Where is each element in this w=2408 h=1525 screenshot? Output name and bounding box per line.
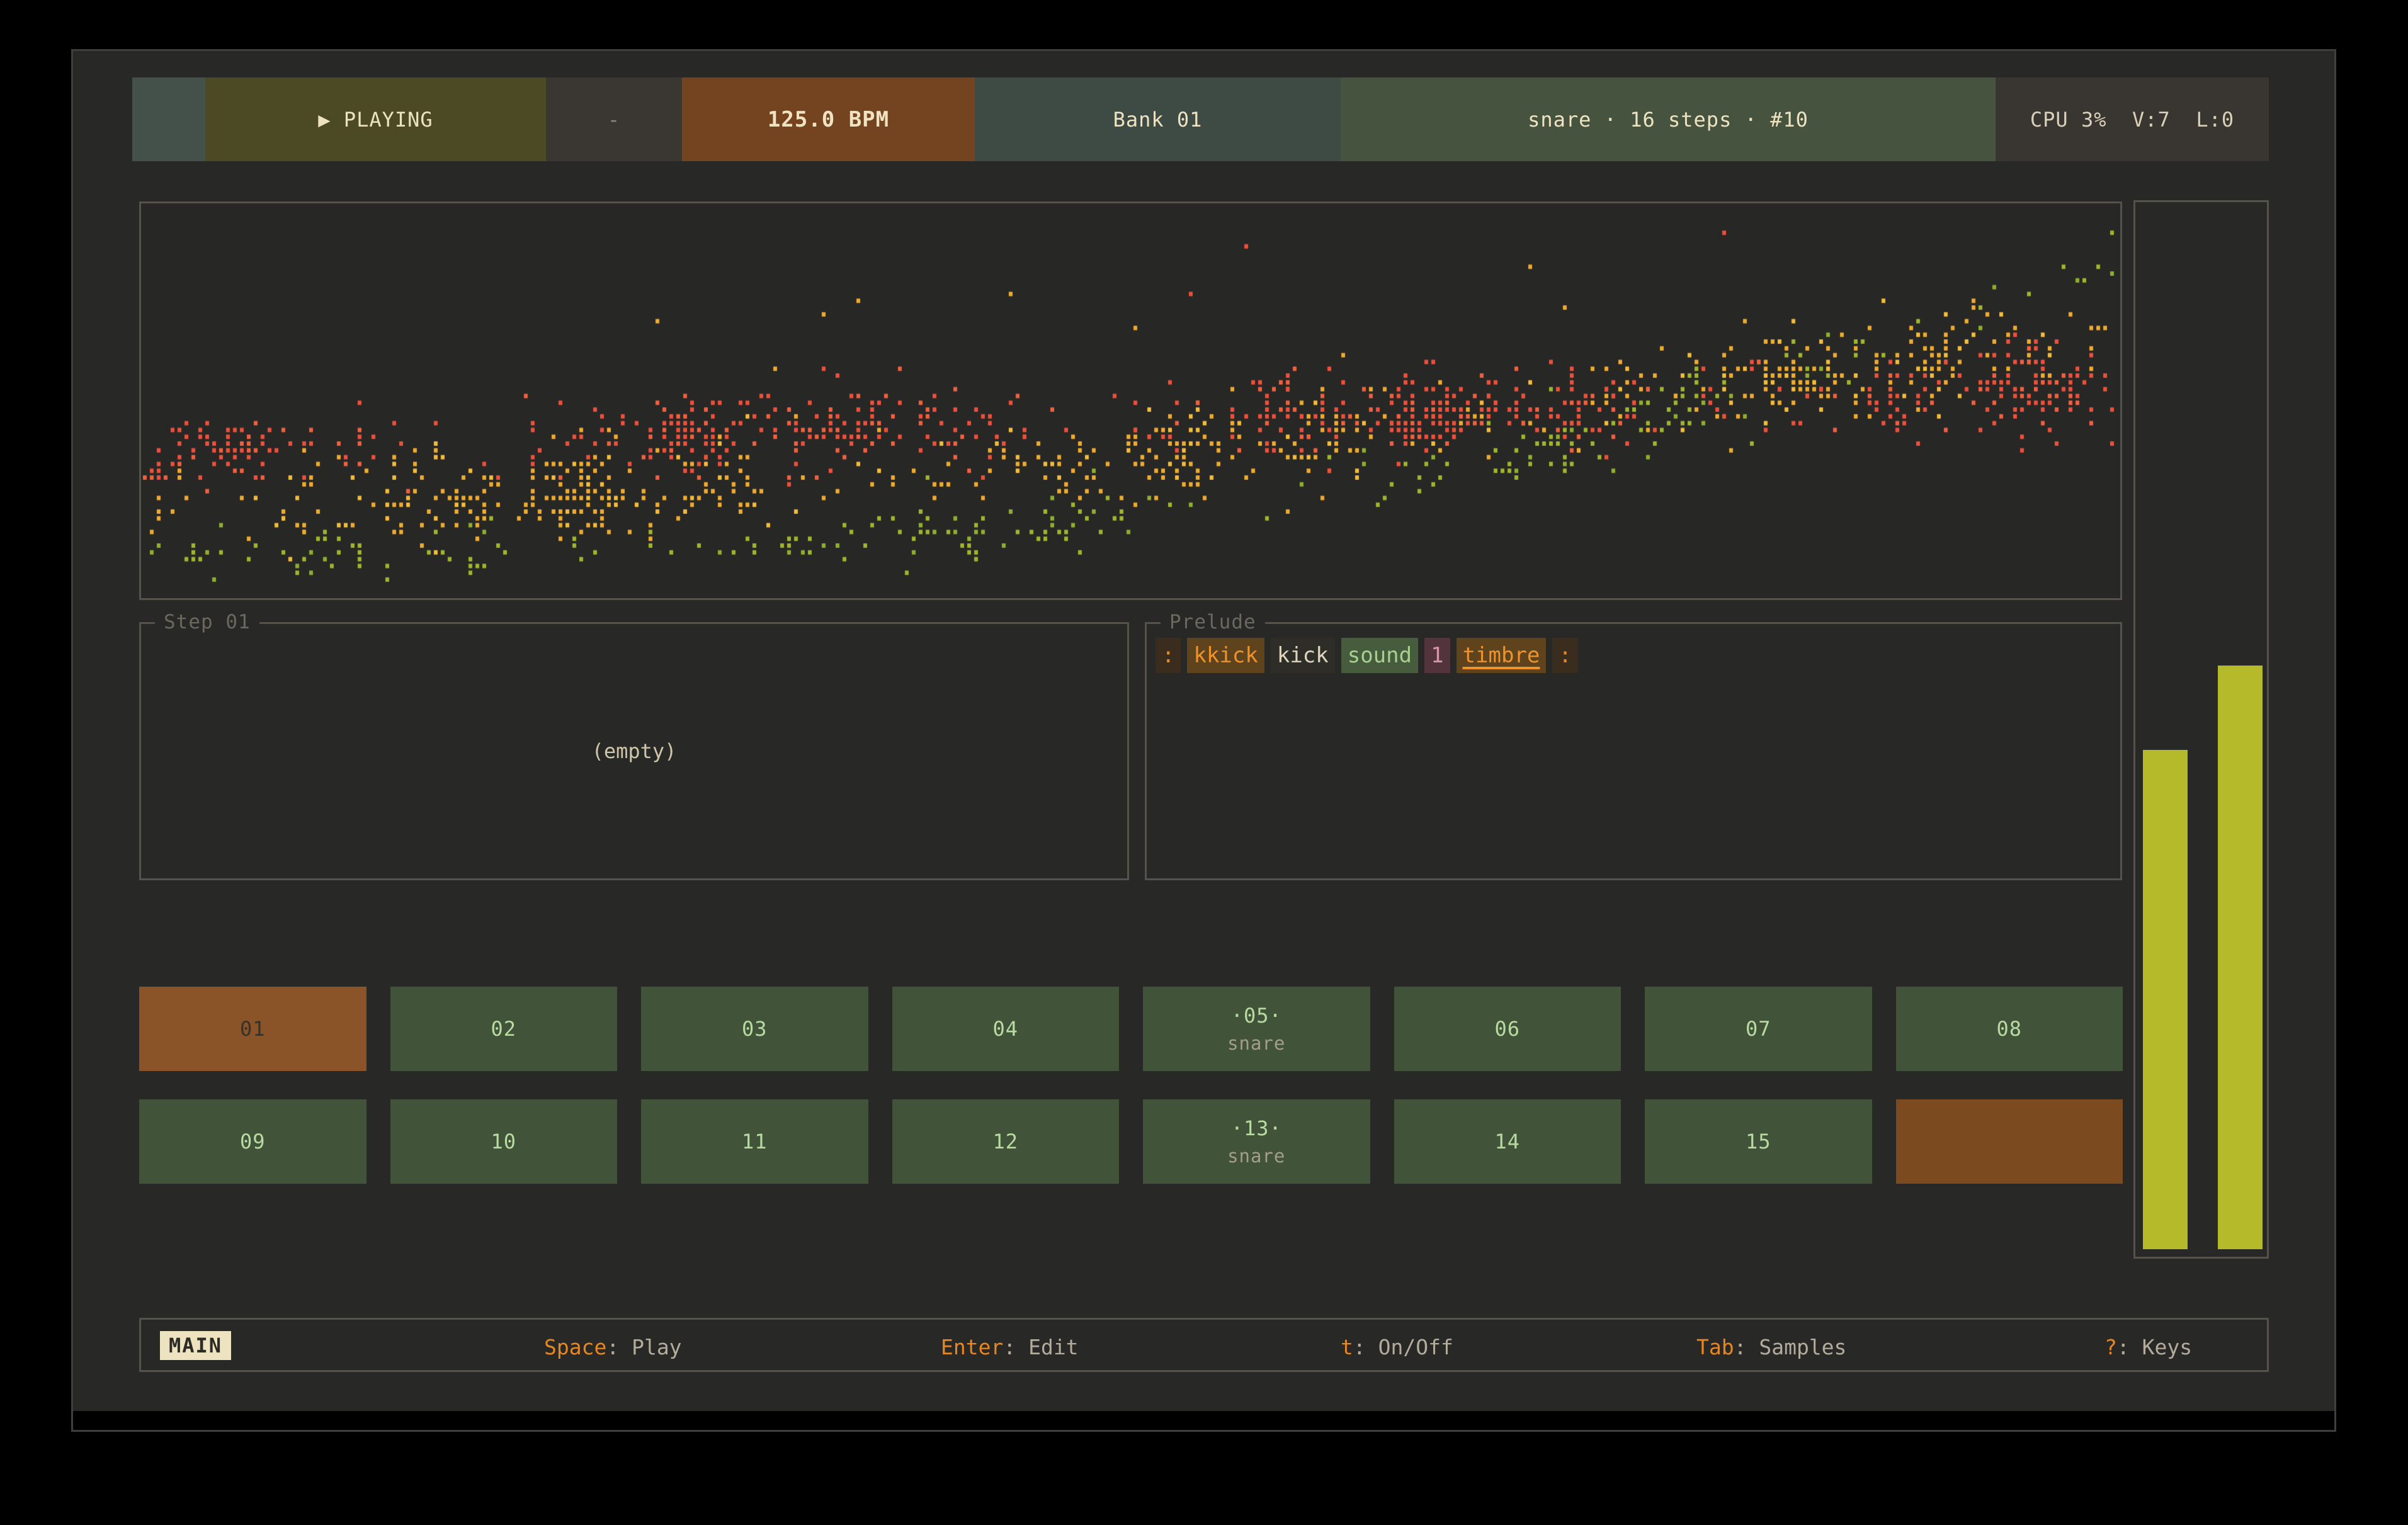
shortcut-space: Space: Play bbox=[544, 1335, 682, 1359]
prelude-code-line: :kkickkicksound1timbre: bbox=[1156, 638, 1578, 673]
shortcut-action: : On/Off bbox=[1353, 1335, 1453, 1359]
shortcut-action: : Samples bbox=[1734, 1335, 1847, 1359]
prelude-token-colon-open[interactable]: : bbox=[1156, 638, 1181, 673]
step-cell-14[interactable]: 14 bbox=[1394, 1099, 1621, 1184]
step-cell-number: 03 bbox=[742, 1017, 768, 1041]
step-cell-07[interactable]: 07 bbox=[1645, 987, 1872, 1071]
meter-right-bar bbox=[2218, 666, 2263, 1249]
topbar-segment-bpm[interactable]: 125.0 BPM bbox=[682, 77, 975, 161]
step-cell-06[interactable]: 06 bbox=[1394, 987, 1621, 1071]
shortcut-tab: Tab: Samples bbox=[1696, 1335, 1846, 1359]
mode-badge: MAIN bbox=[160, 1331, 231, 1360]
step-cell-number: 09 bbox=[240, 1130, 266, 1154]
shortcut-key: Tab bbox=[1696, 1335, 1734, 1359]
shortcut-key: ? bbox=[2104, 1335, 2117, 1359]
prelude-token-word-kick[interactable]: kick bbox=[1271, 638, 1335, 673]
step-cell-number: 12 bbox=[992, 1130, 1018, 1154]
prelude-panel-legend: Prelude bbox=[1161, 611, 1265, 633]
step-cell-number: 01 bbox=[240, 1017, 266, 1041]
meter-left-bar bbox=[2143, 750, 2188, 1249]
status-topbar: ▶ PLAYING-125.0 BPMBank 01snare · 16 ste… bbox=[132, 77, 2269, 161]
shortcut-action: : Play bbox=[606, 1335, 681, 1359]
prelude-token-colon-close[interactable]: : bbox=[1552, 638, 1577, 673]
step-cell-15[interactable]: 15 bbox=[1645, 1099, 1872, 1184]
shortcut-key: Space bbox=[544, 1335, 606, 1359]
help-bar: MAIN Space: Play Enter: Edit t: On/Off Tab:… bbox=[139, 1318, 2269, 1372]
step-cell-number: 08 bbox=[1996, 1017, 2022, 1041]
step-cell-12[interactable]: 12 bbox=[892, 1099, 1120, 1184]
app-window: ▶ PLAYING-125.0 BPMBank 01snare · 16 ste… bbox=[71, 49, 2336, 1432]
prelude-token-number-1[interactable]: 1 bbox=[1424, 638, 1450, 673]
step-sequencer-grid: 01 02 03 04 ·05· snare 06 07 08 09 10 11 12 ·13· snare… bbox=[139, 987, 2123, 1184]
pattern-visualizer-canvas bbox=[141, 203, 2120, 598]
step-cell-10[interactable]: 10 bbox=[390, 1099, 618, 1184]
shortcut-action: : Keys bbox=[2117, 1335, 2192, 1359]
window-bottom-gap bbox=[73, 1411, 2334, 1430]
shortcut-t: t: On/Off bbox=[1341, 1335, 1453, 1359]
shortcut-key: Enter bbox=[941, 1335, 1003, 1359]
step-cell-sample-label: snare bbox=[1227, 1145, 1285, 1167]
step-cell-03[interactable]: 03 bbox=[641, 987, 868, 1071]
step-cell-number: 06 bbox=[1494, 1017, 1520, 1041]
step-cell-13[interactable]: ·13· snare bbox=[1143, 1099, 1370, 1184]
prelude-token-word-kkick[interactable]: kkick bbox=[1187, 638, 1264, 673]
shortcut-help: ?: Keys bbox=[2104, 1335, 2192, 1359]
topbar-segment-dash: - bbox=[546, 77, 682, 161]
step-cell-sample-label: snare bbox=[1227, 1033, 1285, 1054]
step-cell-number: 15 bbox=[1746, 1130, 1771, 1154]
step-cell-number: 14 bbox=[1494, 1130, 1520, 1154]
step-cell-number: 10 bbox=[491, 1130, 516, 1154]
step-cell-01[interactable]: 01 bbox=[139, 987, 366, 1071]
topbar-segment-cpu: CPU 3% V:7 L:0 bbox=[1996, 77, 2269, 161]
shortcut-enter: Enter: Edit bbox=[941, 1335, 1079, 1359]
step-cell-number: 02 bbox=[491, 1017, 516, 1041]
topbar-segment-track[interactable]: snare · 16 steps · #10 bbox=[1341, 77, 1996, 161]
prelude-token-word-timbre[interactable]: timbre bbox=[1457, 638, 1547, 673]
step-detail-panel: Step 01 (empty) bbox=[139, 622, 1129, 880]
topbar-segment-spacer bbox=[132, 77, 205, 161]
step-cell-11[interactable]: 11 bbox=[641, 1099, 868, 1184]
step-cell-number: ·05· bbox=[1231, 1004, 1282, 1028]
pattern-visualizer-panel bbox=[139, 201, 2122, 600]
topbar-segment-bank[interactable]: Bank 01 bbox=[975, 77, 1341, 161]
step-cell-02[interactable]: 02 bbox=[390, 987, 618, 1071]
step-cell-09[interactable]: 09 bbox=[139, 1099, 366, 1184]
step-cell-number: 07 bbox=[1746, 1017, 1771, 1041]
step-cell-08[interactable]: 08 bbox=[1896, 987, 2123, 1071]
step-cell-number: ·13· bbox=[1231, 1116, 1282, 1140]
shortcut-key: t bbox=[1341, 1335, 1353, 1359]
step-cell-05[interactable]: ·05· snare bbox=[1143, 987, 1370, 1071]
level-meter-panel bbox=[2133, 200, 2269, 1259]
step-cell-16[interactable] bbox=[1896, 1099, 2123, 1184]
step-empty-text: (empty) bbox=[141, 624, 1127, 878]
prelude-token-word-sound[interactable]: sound bbox=[1341, 638, 1418, 673]
topbar-segment-transport[interactable]: ▶ PLAYING bbox=[205, 77, 546, 161]
prelude-panel: Prelude :kkickkicksound1timbre: bbox=[1145, 622, 2122, 880]
step-cell-number: 04 bbox=[992, 1017, 1018, 1041]
shortcut-action: : Edit bbox=[1003, 1335, 1078, 1359]
step-cell-number: 11 bbox=[742, 1130, 768, 1154]
step-cell-04[interactable]: 04 bbox=[892, 987, 1120, 1071]
